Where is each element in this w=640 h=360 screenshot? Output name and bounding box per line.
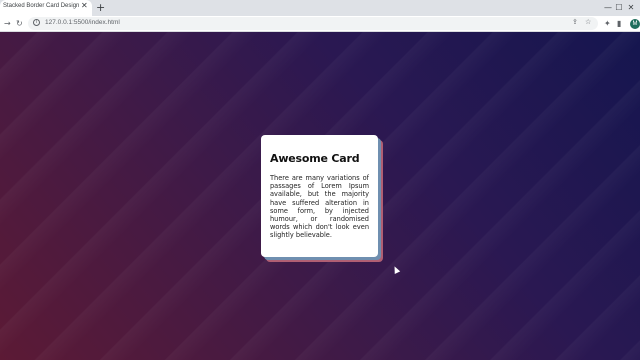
page-viewport: Awesome Card There are many variations o… <box>0 32 640 360</box>
awesome-card: Awesome Card There are many variations o… <box>261 135 378 257</box>
extensions-icon[interactable]: ✦ <box>604 16 611 31</box>
tab-close-icon[interactable]: ✕ <box>81 1 88 10</box>
tab-strip: Stacked Border Card Design ✕ + — ☐ ✕ <box>0 0 640 16</box>
close-window-button[interactable]: ✕ <box>624 0 638 16</box>
side-panel-icon[interactable]: ▮ <box>617 16 621 31</box>
share-icon[interactable]: ⇪ <box>572 18 578 26</box>
reload-icon[interactable]: ↻ <box>16 16 23 31</box>
browser-toolbar: → ↻ i 127.0.0.1:5500/index.html ⇪ ☆ ✦ ▮ <box>0 16 640 32</box>
url-text[interactable]: 127.0.0.1:5500/index.html <box>45 19 120 26</box>
site-info-icon[interactable]: i <box>33 19 40 26</box>
card-title: Awesome Card <box>270 152 360 165</box>
bookmark-star-icon[interactable]: ☆ <box>585 18 591 26</box>
address-bar[interactable]: i 127.0.0.1:5500/index.html ⇪ ☆ <box>28 17 598 30</box>
card-body-text: There are many variations of passages of… <box>270 174 369 240</box>
tab-title: Stacked Border Card Design <box>3 3 80 9</box>
tab-active[interactable]: Stacked Border Card Design ✕ <box>0 0 92 16</box>
profile-avatar[interactable]: M <box>630 19 640 29</box>
new-tab-button[interactable]: + <box>96 0 105 16</box>
back-icon[interactable]: → <box>4 16 11 31</box>
